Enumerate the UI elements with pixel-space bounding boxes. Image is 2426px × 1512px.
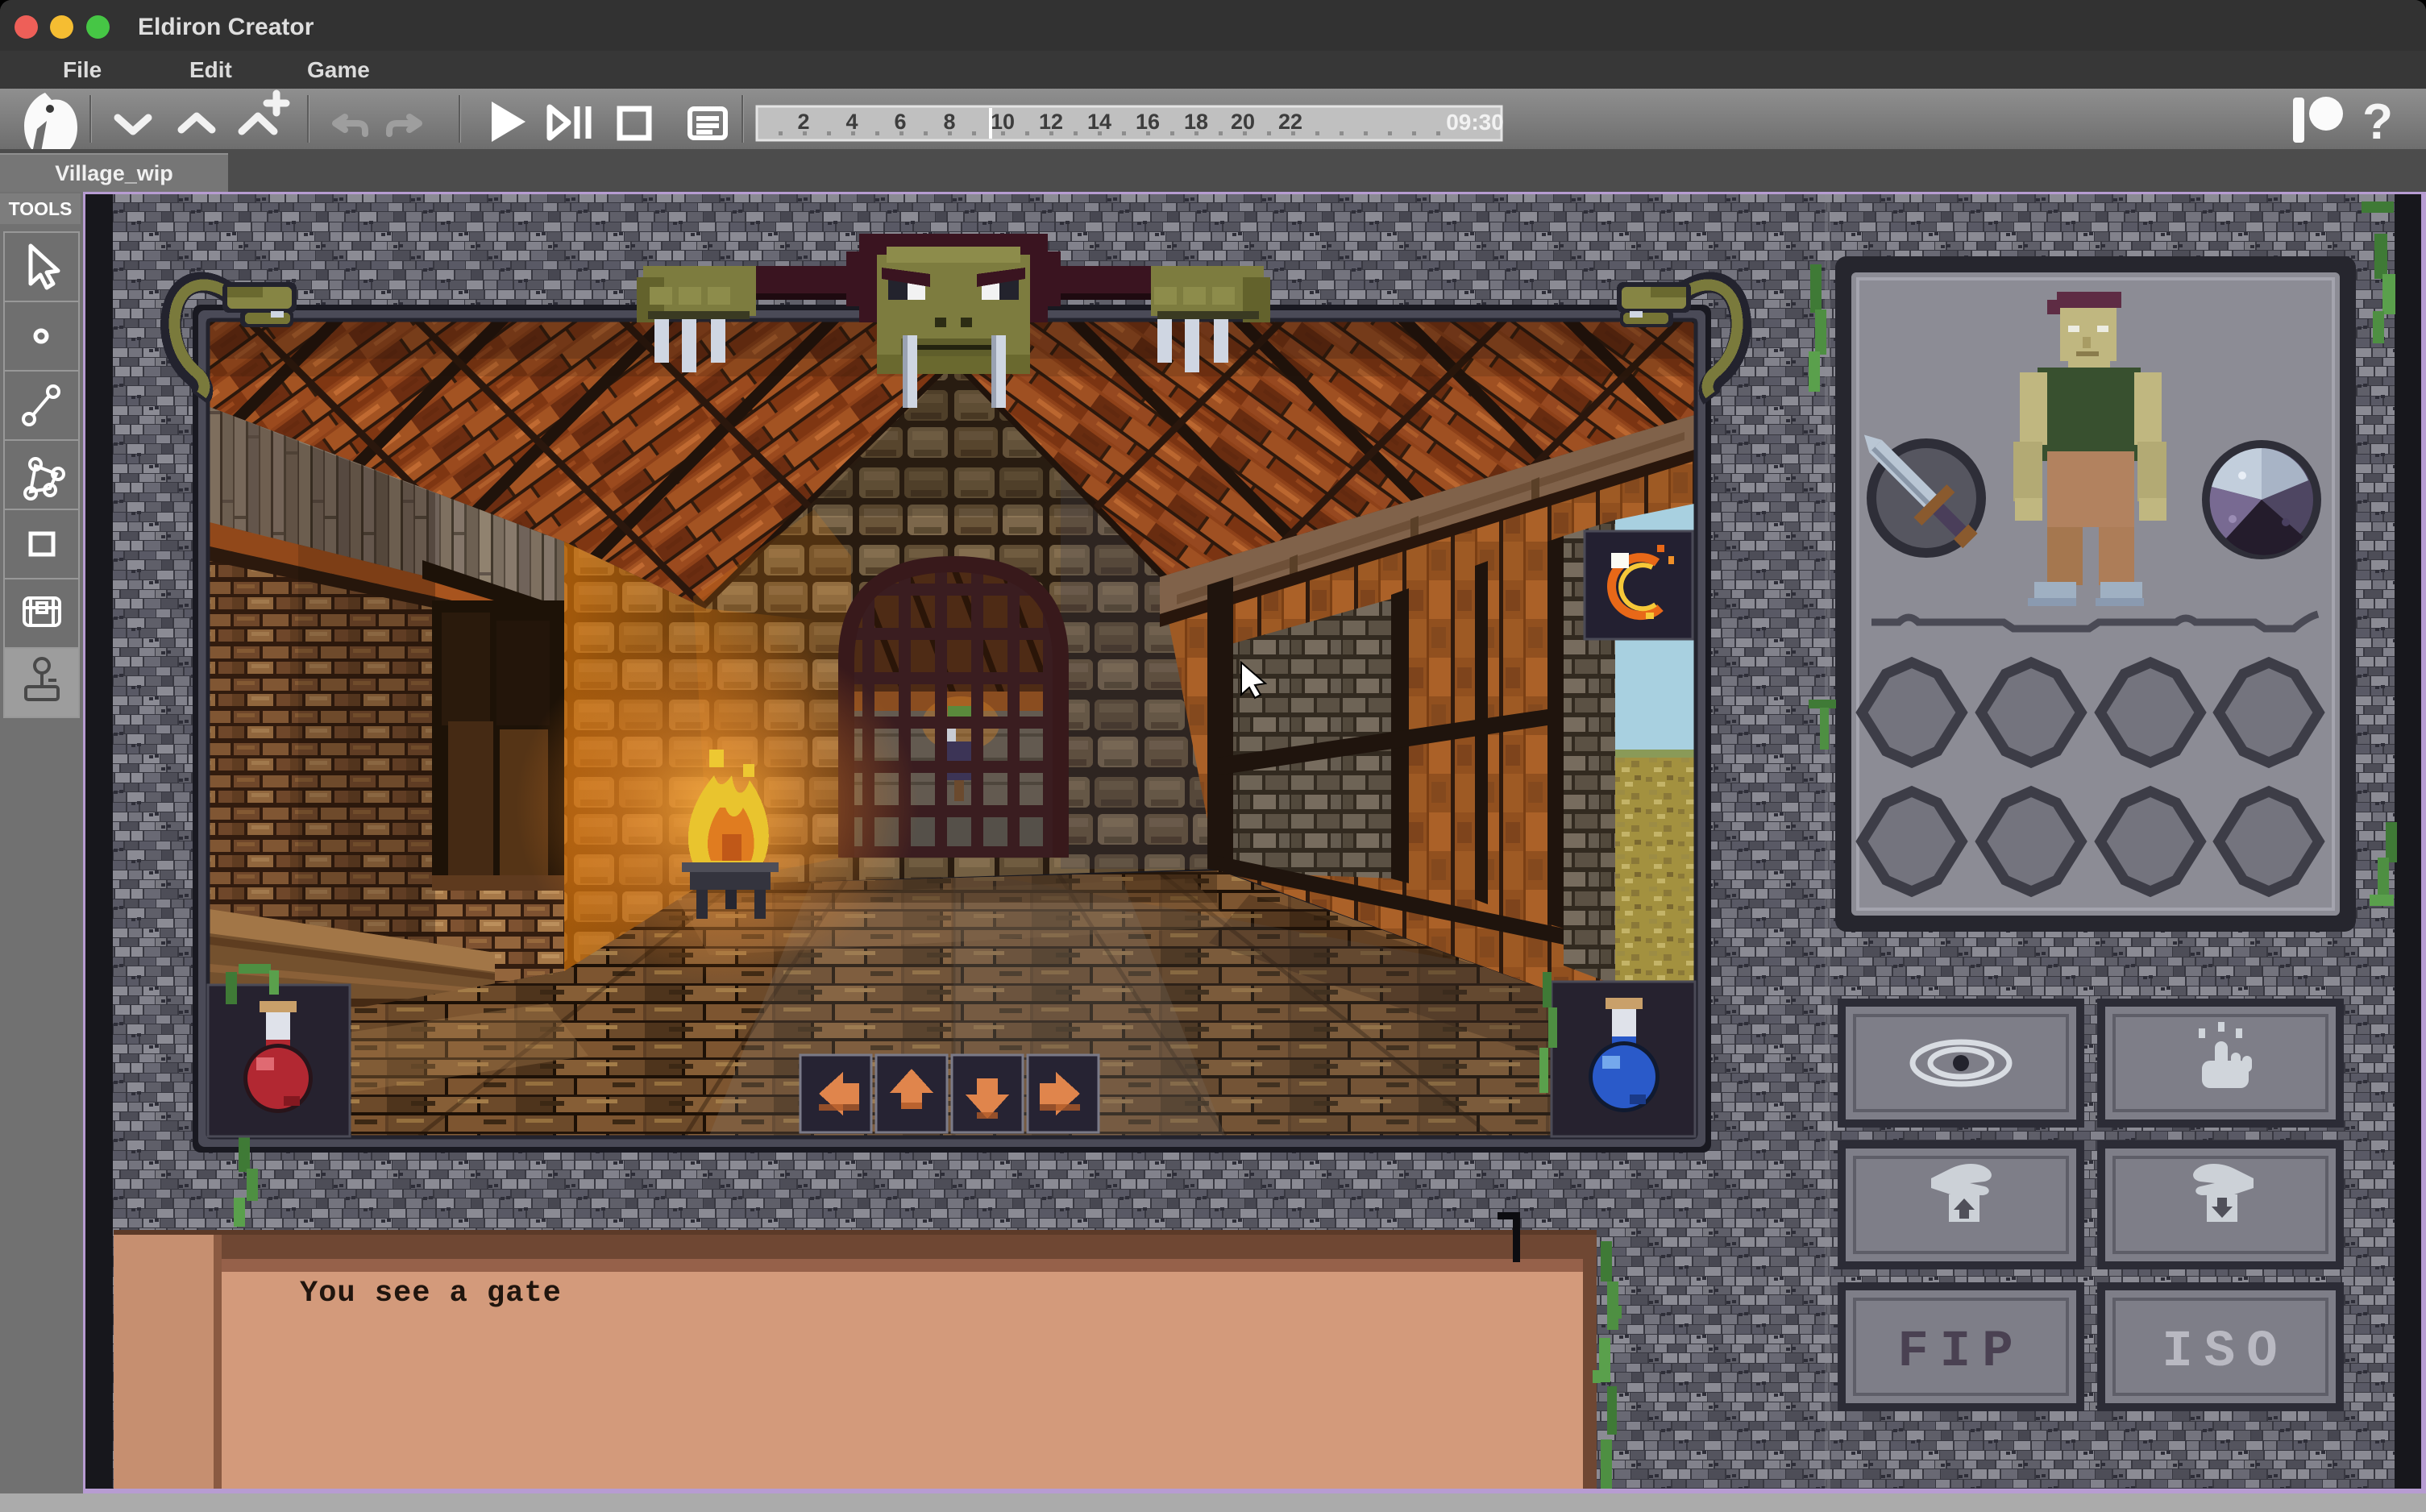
svg-text:You see a gate: You see a gate bbox=[300, 1277, 562, 1311]
svg-text:FIP: FIP bbox=[1897, 1323, 2024, 1381]
svg-text:ISO: ISO bbox=[2162, 1323, 2288, 1381]
svg-text:10: 10 bbox=[991, 110, 1015, 134]
svg-text:8: 8 bbox=[943, 110, 955, 134]
svg-text:22: 22 bbox=[1278, 110, 1302, 134]
svg-text:6: 6 bbox=[894, 110, 906, 134]
svg-text:14: 14 bbox=[1087, 110, 1111, 134]
svg-text:2: 2 bbox=[797, 110, 809, 134]
svg-text:16: 16 bbox=[1136, 110, 1160, 134]
svg-text:18: 18 bbox=[1184, 110, 1208, 134]
svg-text:20: 20 bbox=[1231, 110, 1255, 134]
svg-text:09:30: 09:30 bbox=[1446, 110, 1504, 135]
svg-text:4: 4 bbox=[845, 110, 858, 134]
svg-text:?: ? bbox=[2362, 94, 2393, 149]
svg-text:12: 12 bbox=[1039, 110, 1063, 134]
